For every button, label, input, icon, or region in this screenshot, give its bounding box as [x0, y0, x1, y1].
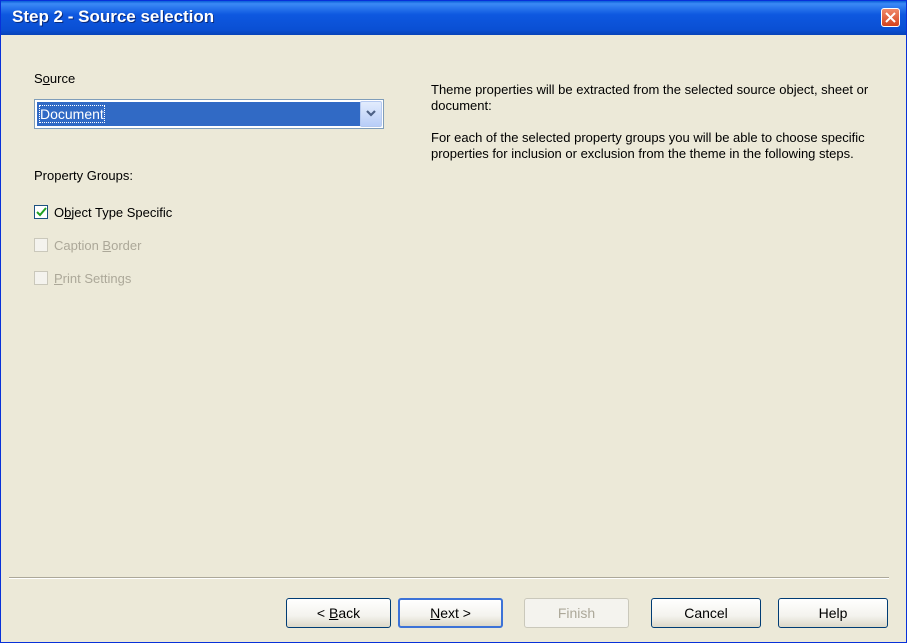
info-paragraph-steps: For each of the selected property groups… [431, 130, 865, 161]
chevron-down-icon [366, 110, 376, 117]
next-button[interactable]: Next > [398, 598, 503, 628]
close-button[interactable] [881, 8, 900, 27]
property-groups-heading: Property Groups: [34, 168, 133, 183]
checkmark-icon [36, 207, 47, 217]
back-button[interactable]: < Back [286, 598, 391, 628]
source-label: Source [34, 71, 76, 86]
dialog-window: Step 2 - Source selection Source Documen… [0, 0, 907, 643]
window-title: Step 2 - Source selection [12, 7, 215, 26]
cancel-button[interactable]: Cancel [651, 598, 761, 628]
finish-button[interactable]: Finish [524, 598, 629, 628]
caption-border-checkbox[interactable] [34, 238, 48, 252]
object-type-specific-checkbox[interactable] [34, 205, 48, 219]
print-settings-checkbox[interactable] [34, 271, 48, 285]
source-select-value: Document [37, 102, 378, 126]
help-button[interactable]: Help [778, 598, 888, 628]
print-settings-label[interactable]: Print Settings [54, 271, 131, 286]
close-x-icon [885, 12, 896, 23]
source-select[interactable]: Document [34, 99, 384, 129]
source-dropdown-button[interactable] [360, 101, 382, 127]
caption-border-label[interactable]: Caption Border [54, 238, 141, 253]
title-bar[interactable]: Step 2 - Source selection [1, 1, 906, 35]
info-paragraph-extract: Theme properties will be extracted from … [431, 82, 869, 113]
object-type-specific-label[interactable]: Object Type Specific [54, 205, 172, 220]
